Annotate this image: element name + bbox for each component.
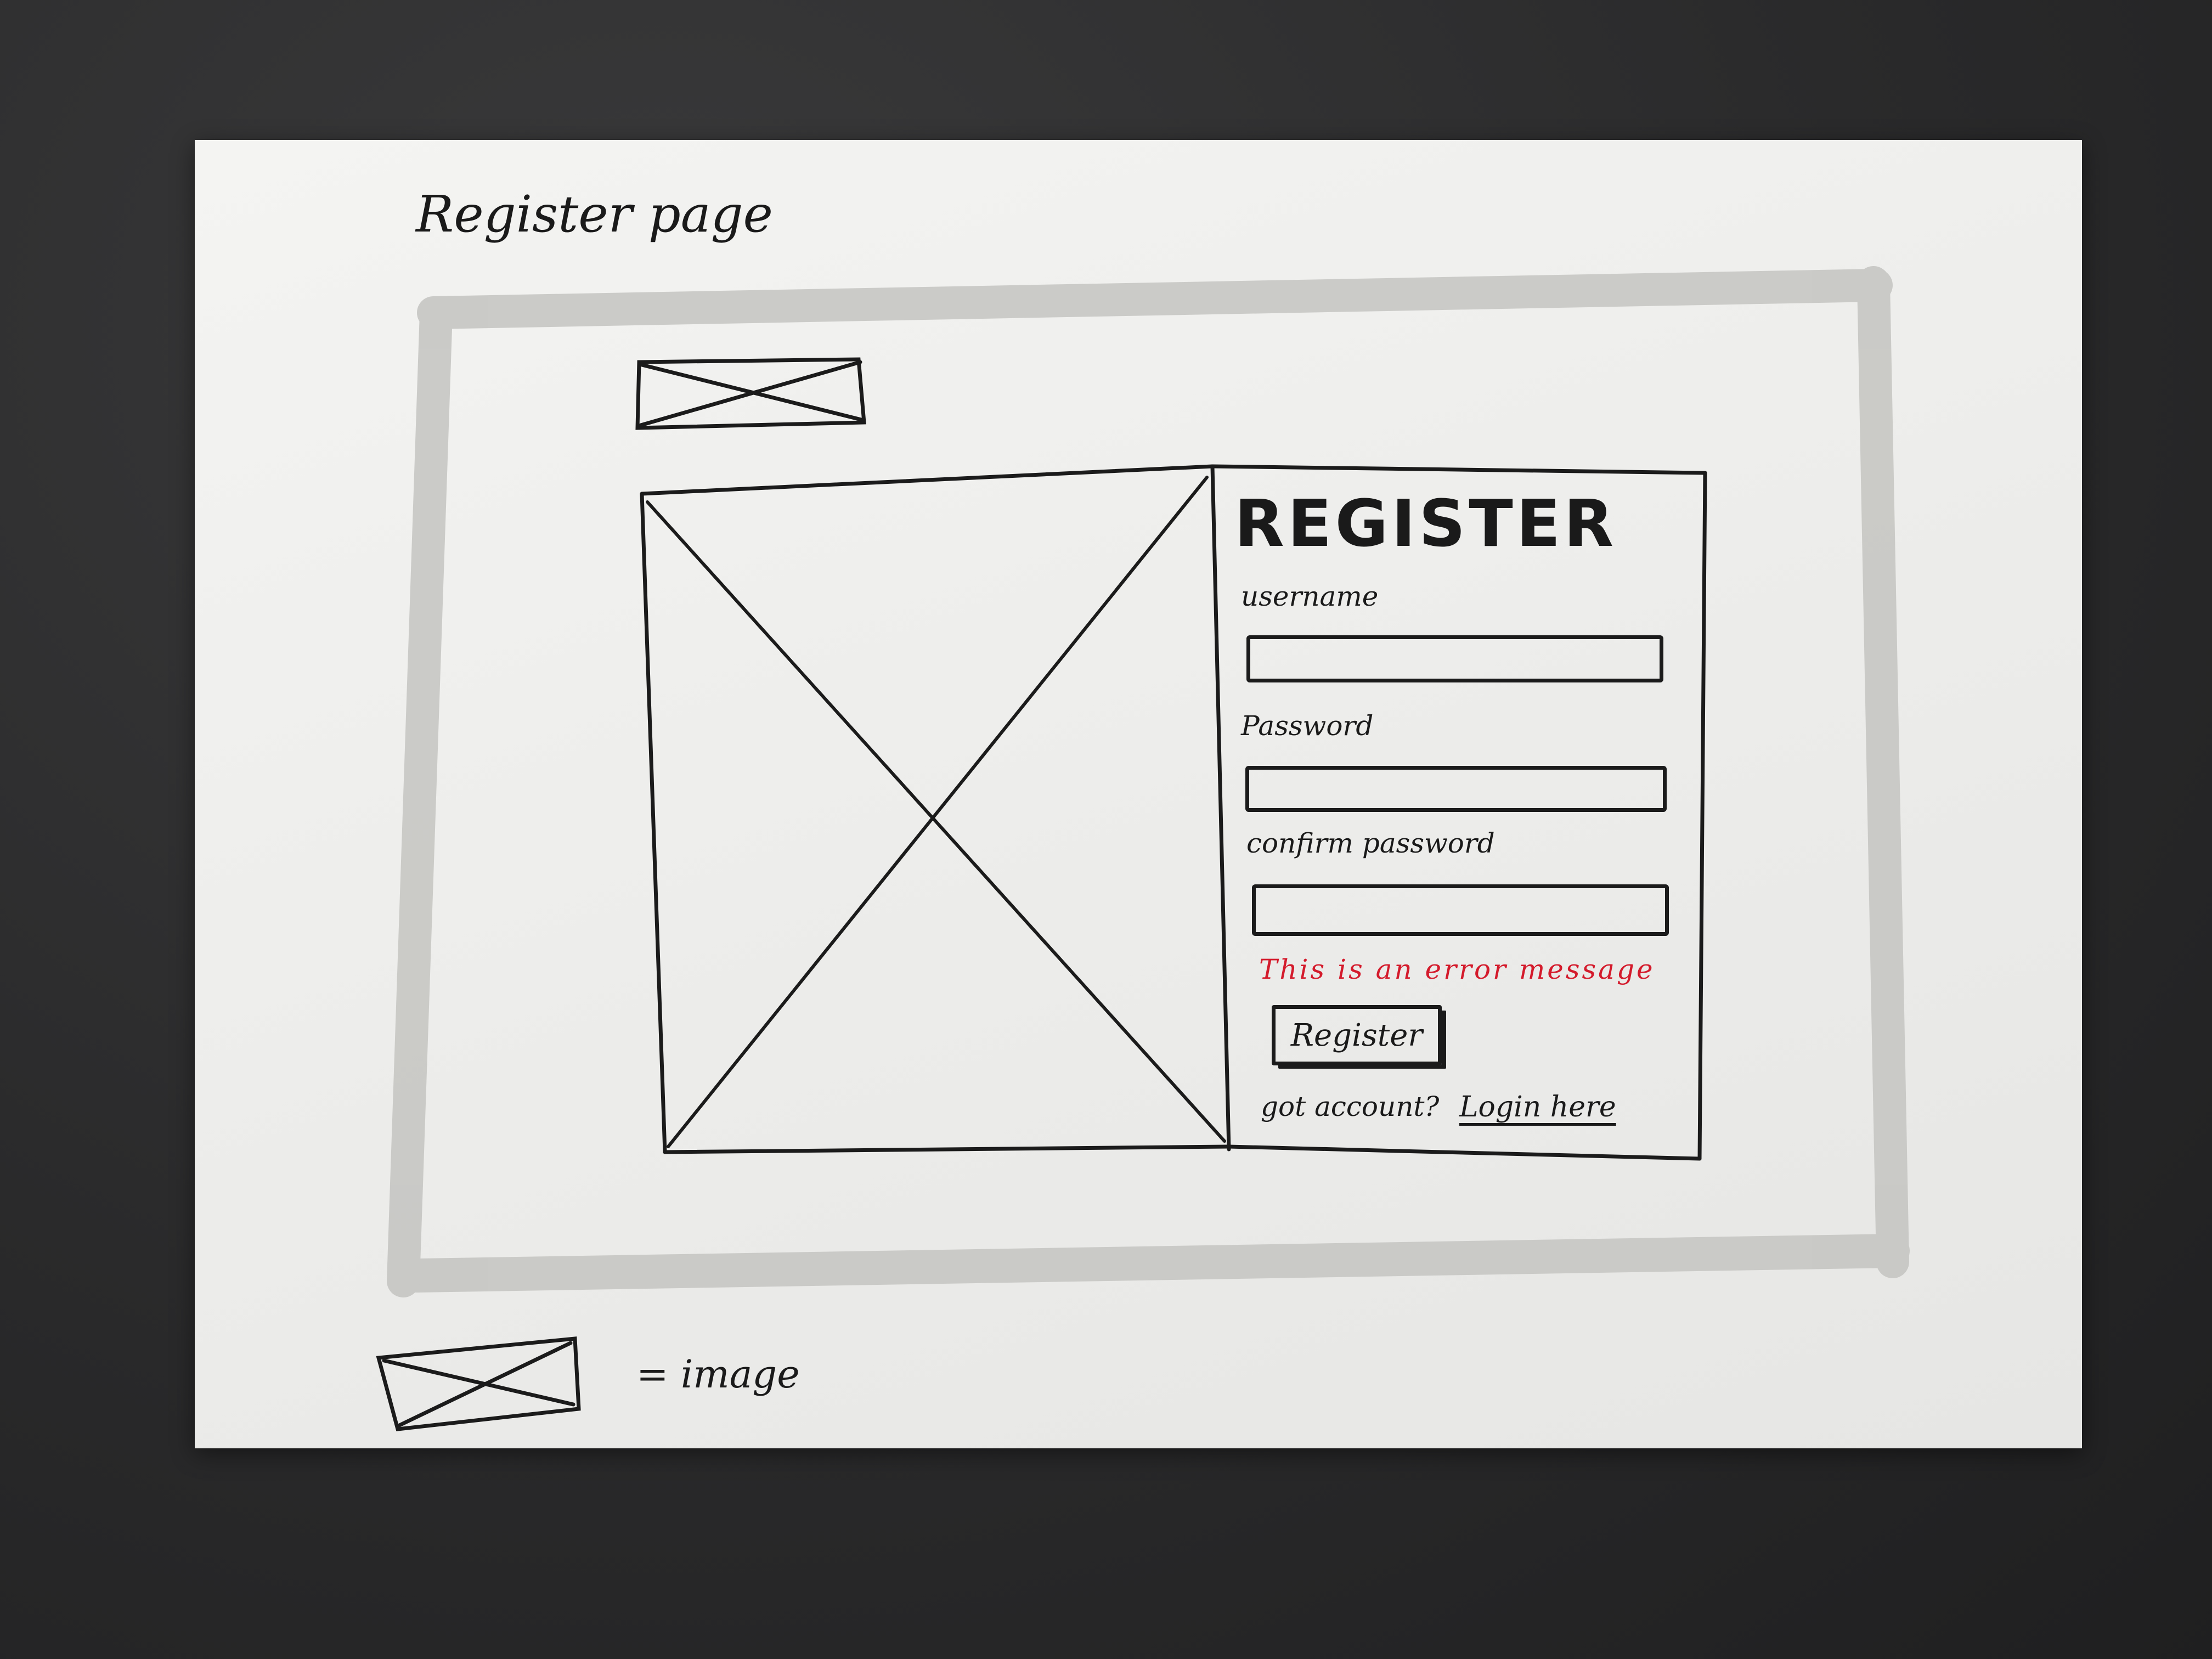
logo-image-placeholder xyxy=(635,357,866,430)
password-input[interactable] xyxy=(1245,766,1667,812)
error-message: This is an error message xyxy=(1259,953,1655,985)
confirm-password-input[interactable] xyxy=(1252,884,1669,936)
form-heading: Register xyxy=(1234,486,1617,561)
confirm-password-label: confirm password xyxy=(1246,827,1495,859)
login-link[interactable]: Login here xyxy=(1459,1093,1616,1121)
wireframe-sketch xyxy=(376,266,1910,1431)
username-input[interactable] xyxy=(1246,635,1663,682)
browser-frame xyxy=(387,266,1910,1297)
register-card-outline xyxy=(640,464,1707,1161)
hero-image-placeholder xyxy=(646,476,1226,1148)
register-button[interactable]: Register xyxy=(1272,1005,1442,1065)
username-label: username xyxy=(1241,580,1379,612)
password-label: Password xyxy=(1241,710,1374,742)
account-prompt: got account? xyxy=(1261,1091,1440,1122)
legend-image-placeholder xyxy=(376,1336,581,1431)
legend-text: = image xyxy=(636,1352,800,1397)
page-title: Register page xyxy=(416,185,773,244)
